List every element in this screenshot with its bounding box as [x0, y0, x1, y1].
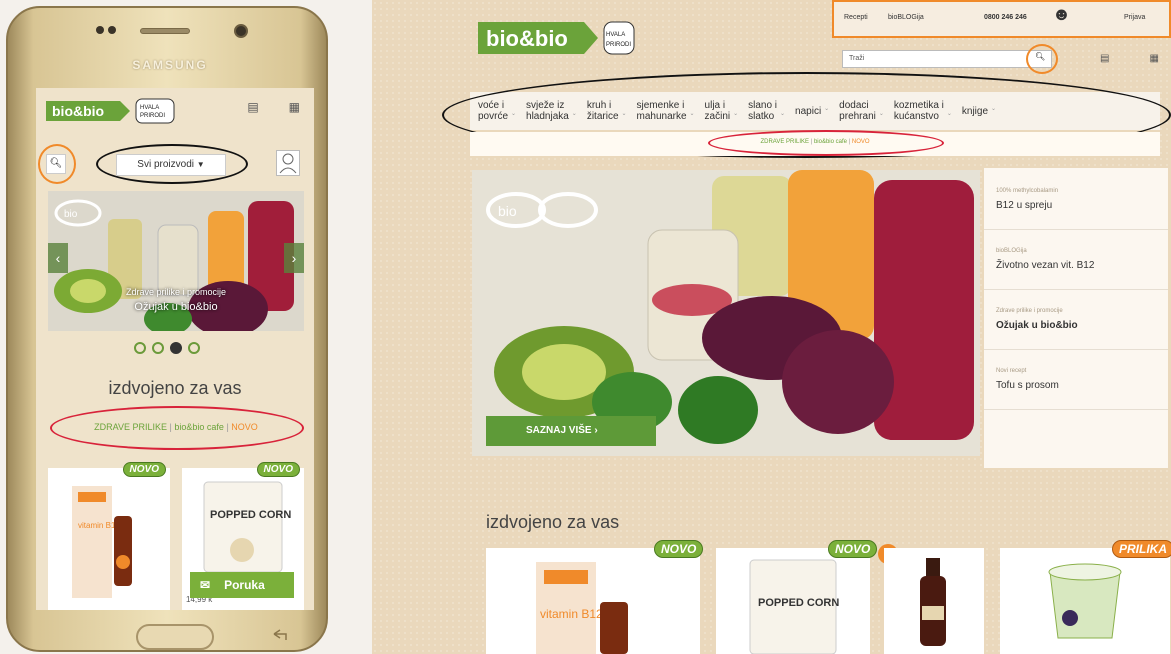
search-input[interactable]: Traži: [842, 50, 1052, 68]
desktop-tagline-1: HVALA: [606, 32, 625, 38]
product-card[interactable]: [1000, 548, 1170, 654]
new-badge: NOVO: [122, 462, 166, 477]
prilika-badge: PRILIKA: [1112, 540, 1171, 558]
product-image-popcorn: POPPED CORN: [749, 559, 839, 654]
desktop-logo[interactable]: bio&bio HVALA PRIRODI: [476, 16, 636, 65]
mail-icon: ✉: [200, 578, 211, 592]
link-novo[interactable]: NOVO: [231, 422, 258, 432]
category-select-value: Svi proizvodi: [137, 159, 194, 170]
message-button[interactable]: ✉ Poruka: [190, 572, 294, 598]
phone-back-icon[interactable]: [272, 628, 290, 642]
product-name: vitamin B12: [540, 607, 603, 621]
side-item-kicker: 100% methylcobalamin: [996, 188, 1059, 194]
side-item-title: Tofu s prosom: [996, 380, 1059, 391]
category-select[interactable]: Svi proizvodi ▼: [116, 154, 226, 176]
chevron-down-icon: ▼: [196, 160, 205, 169]
product-name: POPPED CORN: [210, 509, 291, 521]
product-card[interactable]: vitamin B12: [486, 548, 700, 654]
product-name: vitamin B12: [78, 521, 120, 530]
slider-overlay-logo: bio: [64, 209, 78, 220]
side-list-item[interactable]: Zdrave prilike i promocije Ožujak u bio&b…: [984, 292, 1168, 350]
product-card[interactable]: POPPED CORN: [716, 548, 870, 654]
login-link[interactable]: Prijava: [1124, 14, 1145, 21]
desktop-tagline-2: PRIRODI: [606, 42, 631, 48]
slider-prev-button[interactable]: ‹: [48, 243, 68, 273]
product-name: POPPED CORN: [758, 597, 839, 609]
desktop-section-heading: izdvojeno za vas: [486, 512, 620, 532]
new-badge: NOVO: [828, 540, 878, 558]
message-button-label: Poruka: [224, 578, 265, 592]
mobile-section-heading: izdvojeno za vas: [108, 378, 242, 398]
product-image-vitamin-b12: vitamin B12: [72, 486, 132, 598]
link-biobio-cafe[interactable]: bio&bio cafe: [174, 422, 224, 432]
new-badge: NOVO: [256, 462, 300, 477]
desktop-header-icons: ▤ ▦: [1100, 53, 1159, 64]
slider-dot[interactable]: [134, 342, 146, 354]
cta-label: SAZNAJ VIŠE: [526, 425, 592, 436]
slider-caption-main: Ožujak u bio&bio: [134, 301, 218, 313]
saznaj-vise-button[interactable]: SAZNAJ VIŠE ›: [486, 416, 656, 446]
product-image-bottle: [920, 558, 946, 646]
side-item-title: Životno vezan vit. B12: [996, 260, 1095, 271]
product-image-vitamin-b12: vitamin B12: [536, 562, 628, 654]
search-icon[interactable]: 🔍︎: [1035, 52, 1045, 61]
mobile-header-icons: ▤ ▦: [247, 100, 300, 114]
slider-dot[interactable]: [152, 342, 164, 354]
top-utility-bar: Recepti bioBLOGija 0800 246 246 ☻ Prijav…: [832, 0, 1171, 38]
cart-icon[interactable]: ▦: [1149, 53, 1158, 64]
side-item-kicker: Novi recept: [996, 368, 1027, 374]
bioblog-link[interactable]: bioBLOGija: [888, 14, 924, 21]
slider-pagination: [134, 342, 200, 354]
mobile-tagline-1: HVALA: [140, 105, 159, 111]
favorites-icon[interactable]: ▤: [247, 100, 258, 114]
device-brand: SAMSUNG: [132, 58, 208, 72]
side-list-item[interactable]: Novi recept Tofu s prosom: [984, 352, 1168, 410]
mobile-view-panel: SAMSUNG bio&bio HVALA PRIRODI ▤ ▦ 🔍︎ Svi…: [0, 0, 372, 654]
link-zdrave-prilike[interactable]: ZDRAVE PRILIKE: [94, 422, 167, 432]
product-image-yogurt: [1048, 563, 1122, 639]
phone-home-button[interactable]: [136, 624, 214, 650]
phone-sensor-dot: [96, 26, 104, 34]
user-avatar-icon[interactable]: ☻: [1052, 4, 1071, 25]
side-item-title: Ožujak u bio&bio: [996, 320, 1078, 331]
mobile-hero-slider[interactable]: bio ‹ › Zdrave prilike i promocije Ožuja…: [48, 191, 304, 331]
slider-dot[interactable]: [188, 342, 200, 354]
hero-overlay-logo: bio: [498, 203, 517, 219]
cart-icon[interactable]: ▦: [289, 100, 300, 114]
desktop-view-panel: bio&bio HVALA PRIRODI Recepti bioBLOGija…: [372, 0, 1171, 654]
desktop-hero-banner[interactable]: bio SAZNAJ VIŠE ›: [472, 170, 980, 456]
side-item-kicker: bioBLOGija: [996, 248, 1027, 254]
mobile-logo[interactable]: bio&bio HVALA PRIRODI: [44, 96, 176, 131]
product-card[interactable]: NOVO vitamin B12: [48, 462, 170, 610]
phone-screen: bio&bio HVALA PRIRODI ▤ ▦ 🔍︎ Svi proizvo…: [36, 88, 314, 610]
sub-links-highlight-circle: [708, 130, 944, 156]
phone-camera: [234, 24, 248, 38]
phone-number: 0800 246 246: [984, 14, 1027, 21]
slider-next-button[interactable]: ›: [284, 243, 304, 273]
hero-image: bio: [472, 170, 980, 456]
recepti-link[interactable]: Recepti: [844, 14, 868, 21]
slider-caption-small: Zdrave prilike i promocije: [125, 287, 227, 297]
side-item-kicker: Zdrave prilike i promocije: [996, 308, 1063, 314]
mobile-tagline-2: PRIRODI: [140, 113, 165, 119]
phone-speaker: [140, 28, 190, 34]
search-icon[interactable]: 🔍︎: [46, 154, 66, 174]
side-item-title: B12 u spreju: [996, 200, 1053, 211]
product-card[interactable]: [884, 548, 984, 654]
slider-dot-active[interactable]: [170, 342, 182, 354]
phone-frame: SAMSUNG bio&bio HVALA PRIRODI ▤ ▦ 🔍︎ Svi…: [6, 6, 328, 652]
mobile-quick-links: ZDRAVE PRILIKE | bio&bio cafe | NOVO: [94, 422, 258, 432]
favorites-icon[interactable]: ▤: [1100, 53, 1109, 64]
phone-sensor-dot: [108, 26, 116, 34]
user-account-icon[interactable]: [276, 150, 300, 176]
side-list-item[interactable]: 100% methylcobalamin B12 u spreju: [984, 172, 1168, 230]
hero-side-list: 100% methylcobalamin B12 u spreju bioBLOGi…: [984, 168, 1168, 468]
desktop-logo-text: bio&bio: [486, 26, 568, 51]
side-list-item[interactable]: bioBLOGija Životno vezan vit. B12: [984, 232, 1168, 290]
mobile-logo-text: bio&bio: [52, 103, 104, 119]
new-badge: NOVO: [654, 540, 704, 558]
